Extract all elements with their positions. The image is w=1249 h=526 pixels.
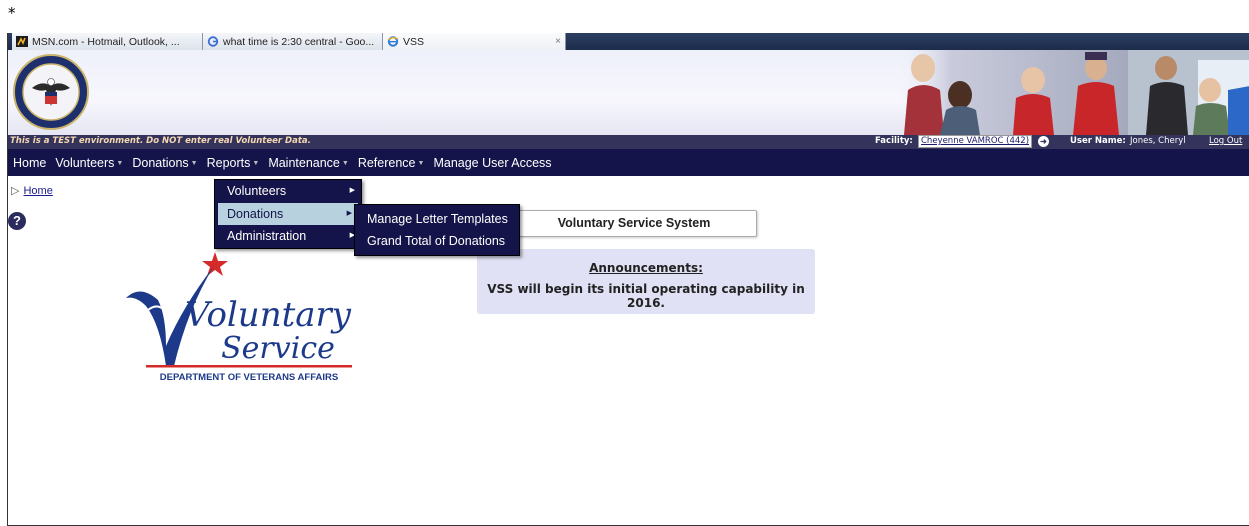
google-icon <box>207 36 219 47</box>
menu-item-volunteers[interactable]: Volunteers ▶ <box>215 180 361 203</box>
submenu-arrow-icon: ▶ <box>349 187 355 194</box>
announcements-body: VSS will begin its initial operating cap… <box>487 282 805 310</box>
nav-maintenance[interactable]: Maintenance ▼ <box>268 156 349 170</box>
announcements-heading: Announcements: <box>589 261 703 275</box>
breadcrumb-home-link[interactable]: Home <box>23 185 52 197</box>
browser-tab-bar: MSN.com - Hotmail, Outlook, ... what tim… <box>8 33 1249 50</box>
menu-item-label: Administration <box>227 229 307 243</box>
nav-maintenance-label: Maintenance <box>268 155 340 170</box>
tab-label: what time is 2:30 central - Goo... <box>223 35 375 48</box>
submenu-item-grand-total-of-donations[interactable]: Grand Total of Donations <box>355 230 519 252</box>
submenu-arrow-icon: ▶ <box>346 209 352 217</box>
nav-donations[interactable]: Donations ▼ <box>132 156 197 170</box>
logo-line2: Service <box>221 331 335 366</box>
menu-item-label: Donations <box>227 206 284 221</box>
breadcrumb: ▷ Home <box>11 184 53 197</box>
star-icon <box>202 252 228 276</box>
donations-submenu: Manage Letter Templates Grand Total of D… <box>354 204 520 256</box>
facility-label: Facility: <box>875 136 913 146</box>
nav-reports-label: Reports <box>206 155 251 170</box>
caret-down-icon: ▼ <box>190 159 198 167</box>
facility-selector[interactable]: Cheyenne VAMROC (442) <box>918 135 1033 148</box>
nav-reference[interactable]: Reference ▼ <box>358 156 425 170</box>
menu-item-donations[interactable]: Donations ▶ <box>218 202 358 225</box>
nav-volunteers-label: Volunteers <box>55 155 115 170</box>
breadcrumb-arrow-icon: ▷ <box>11 185 20 197</box>
announcements-panel: Announcements: VSS will begin its initia… <box>477 249 815 314</box>
menu-item-administration[interactable]: Administration ▶ <box>215 225 361 248</box>
nav-reports[interactable]: Reports ▼ <box>207 156 260 170</box>
reports-dropdown-menu: Volunteers ▶ Donations ▶ Administration ▶ <box>214 179 362 249</box>
header-banner <box>8 50 1249 135</box>
caret-down-icon: ▼ <box>252 159 260 167</box>
ie-icon <box>387 36 399 47</box>
va-seal-logo <box>13 54 89 130</box>
caret-down-icon: ▼ <box>116 159 124 167</box>
page-marker: * <box>8 4 16 22</box>
caret-down-icon: ▼ <box>417 159 425 167</box>
facility-go-icon[interactable]: ➜ <box>1038 136 1049 147</box>
browser-window: MSN.com - Hotmail, Outlook, ... what tim… <box>7 33 1249 526</box>
browser-tab-google[interactable]: what time is 2:30 central - Goo... <box>203 33 383 50</box>
voluntary-service-logo: Voluntary Service DEPARTMENT OF VETERANS… <box>126 252 352 383</box>
user-name-value: Jones, Cheryl <box>1130 136 1186 146</box>
main-content: ▷ Home ? Voluntary Service DEPARTMENT OF … <box>8 176 1249 524</box>
volunteer-photos-banner <box>898 50 1249 135</box>
menu-item-label: Volunteers <box>227 184 287 198</box>
help-icon[interactable]: ? <box>8 212 26 230</box>
tab-label: VSS <box>403 35 425 48</box>
nav-reference-label: Reference <box>357 155 416 170</box>
submenu-item-manage-letter-templates[interactable]: Manage Letter Templates <box>355 208 519 230</box>
browser-tab-vss[interactable]: VSS × <box>383 33 566 50</box>
caret-down-icon: ▼ <box>341 159 349 167</box>
logout-link[interactable]: Log Out <box>1209 136 1242 146</box>
nav-home[interactable]: Home <box>13 156 46 170</box>
tab-label: MSN.com - Hotmail, Outlook, ... <box>32 35 180 48</box>
logo-line3: DEPARTMENT OF VETERANS AFFAIRS <box>160 372 338 383</box>
msn-icon <box>16 36 28 47</box>
close-icon[interactable]: × <box>555 36 561 47</box>
nav-volunteers[interactable]: Volunteers ▼ <box>55 156 123 170</box>
nav-manage-user-access[interactable]: Manage User Access <box>433 156 551 170</box>
test-environment-warning: This is a TEST environment. Do NOT enter… <box>10 136 311 146</box>
system-title-box: Voluntary Service System <box>511 210 757 237</box>
nav-home-label: Home <box>13 155 47 170</box>
nav-donations-label: Donations <box>132 155 189 170</box>
main-nav: Home Volunteers ▼ Donations ▼ Reports ▼ Mai… <box>8 149 1249 176</box>
browser-tab-msn[interactable]: MSN.com - Hotmail, Outlook, ... <box>12 33 203 50</box>
nav-manage-user-access-label: Manage User Access <box>433 155 552 170</box>
user-name-label: User Name: <box>1070 136 1126 146</box>
status-strip: This is a TEST environment. Do NOT enter… <box>8 135 1249 149</box>
logo-line1: Voluntary <box>185 295 352 335</box>
